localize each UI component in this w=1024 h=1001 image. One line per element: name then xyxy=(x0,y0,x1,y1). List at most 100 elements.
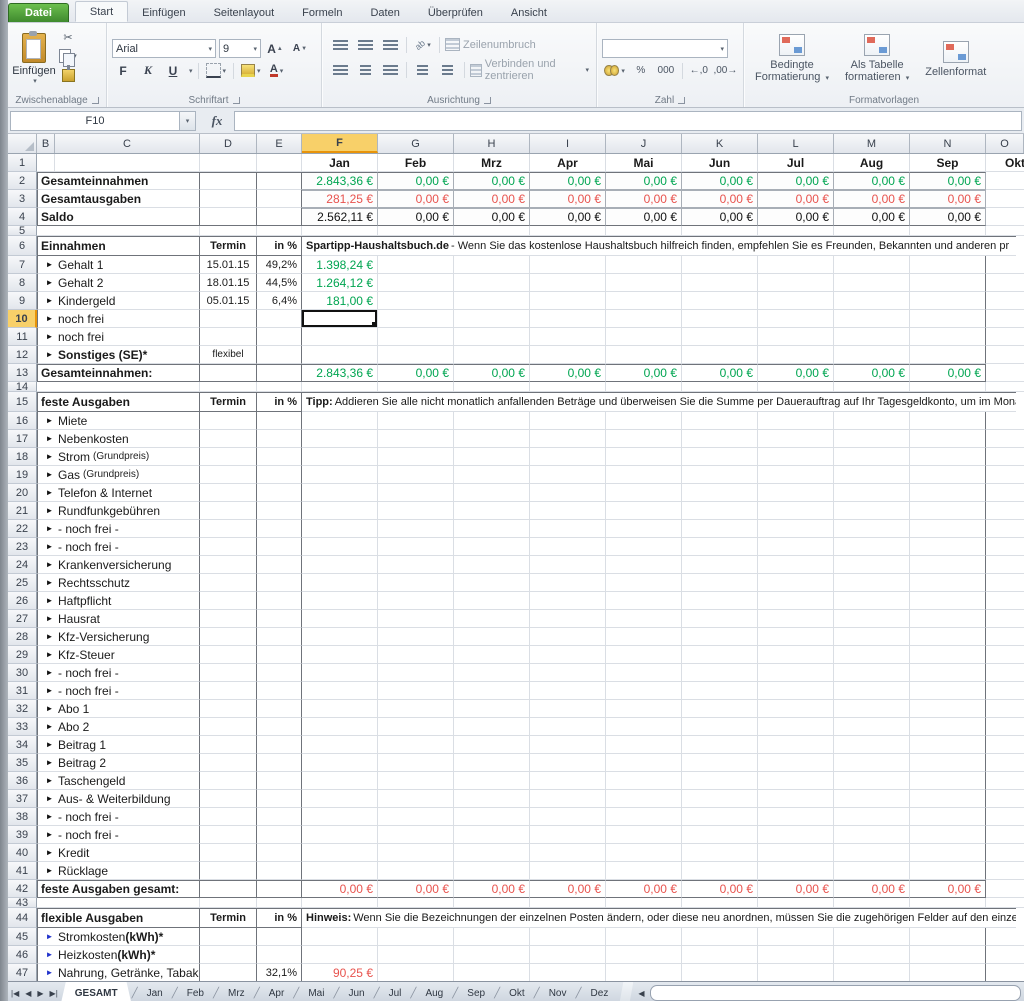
file-tab[interactable]: Datei xyxy=(8,3,69,22)
cell-G21[interactable] xyxy=(378,502,454,520)
cell-N8[interactable] xyxy=(910,274,986,292)
cell-J3[interactable]: 0,00 € xyxy=(606,190,682,208)
cell-K23[interactable] xyxy=(682,538,758,556)
row-header-3[interactable]: 3 xyxy=(8,190,37,208)
cell-D17[interactable] xyxy=(200,430,257,448)
cell-H31[interactable] xyxy=(454,682,530,700)
cell-G46[interactable] xyxy=(378,946,454,964)
font-size-select[interactable]: 9▾ xyxy=(219,39,261,58)
cell-M35[interactable] xyxy=(834,754,910,772)
row-header-27[interactable]: 27 xyxy=(8,610,37,628)
cell-I3[interactable]: 0,00 € xyxy=(530,190,606,208)
cell-H30[interactable] xyxy=(454,664,530,682)
cell-L32[interactable] xyxy=(758,700,834,718)
cell-F18[interactable] xyxy=(302,448,378,466)
cell-F38[interactable] xyxy=(302,808,378,826)
cell-M12[interactable] xyxy=(834,346,910,364)
cell-N11[interactable] xyxy=(910,328,986,346)
cell-D8[interactable]: 18.01.15 xyxy=(200,274,257,292)
cell-J31[interactable] xyxy=(606,682,682,700)
cell-B10[interactable]: ►noch frei xyxy=(37,310,200,328)
cell-M26[interactable] xyxy=(834,592,910,610)
cell-B37[interactable]: ►Aus- & Weiterbildung xyxy=(37,790,200,808)
cell-D12[interactable]: flexibel xyxy=(200,346,257,364)
insert-function-button[interactable]: fx xyxy=(204,112,230,130)
cell-styles-button[interactable]: Zellenformat xyxy=(917,25,994,93)
cell-K4[interactable]: 0,00 € xyxy=(682,208,758,226)
cell-I25[interactable] xyxy=(530,574,606,592)
cell-B21[interactable]: ►Rundfunkgebühren xyxy=(37,502,200,520)
cell-L22[interactable] xyxy=(758,520,834,538)
cell-G45[interactable] xyxy=(378,928,454,946)
row-header-12[interactable]: 12 xyxy=(8,346,37,364)
cell-I47[interactable] xyxy=(530,964,606,981)
cell-K7[interactable] xyxy=(682,256,758,274)
cell-I21[interactable] xyxy=(530,502,606,520)
cell-N9[interactable] xyxy=(910,292,986,310)
row-header-31[interactable]: 31 xyxy=(8,682,37,700)
cut-button[interactable]: ✂ xyxy=(59,29,77,45)
cell-L27[interactable] xyxy=(758,610,834,628)
cell-J4[interactable]: 0,00 € xyxy=(606,208,682,226)
italic-button[interactable]: K xyxy=(137,62,159,79)
bold-button[interactable]: F xyxy=(112,62,134,79)
cell-J12[interactable] xyxy=(606,346,682,364)
cell-K17[interactable] xyxy=(682,430,758,448)
cell-N25[interactable] xyxy=(910,574,986,592)
cell-L7[interactable] xyxy=(758,256,834,274)
cell-E38[interactable] xyxy=(257,808,302,826)
cell-M23[interactable] xyxy=(834,538,910,556)
cell-M27[interactable] xyxy=(834,610,910,628)
cell-F2[interactable]: 2.843,36 € xyxy=(302,172,378,190)
row-header-15[interactable]: 15 xyxy=(8,392,37,412)
align-middle-button[interactable] xyxy=(354,36,376,53)
cell-N38[interactable] xyxy=(910,808,986,826)
cell-M10[interactable] xyxy=(834,310,910,328)
cell-G41[interactable] xyxy=(378,862,454,880)
cell-I16[interactable] xyxy=(530,412,606,430)
cell-M17[interactable] xyxy=(834,430,910,448)
cell-L18[interactable] xyxy=(758,448,834,466)
cell-B34[interactable]: ►Beitrag 1 xyxy=(37,736,200,754)
cell-E15[interactable]: in % xyxy=(257,392,302,412)
cell-K18[interactable] xyxy=(682,448,758,466)
cell-I30[interactable] xyxy=(530,664,606,682)
cell-B15[interactable]: feste Ausgaben xyxy=(37,392,200,412)
cell-K41[interactable] xyxy=(682,862,758,880)
font-color-button[interactable]: A▾ xyxy=(266,62,288,79)
cell-M4[interactable]: 0,00 € xyxy=(834,208,910,226)
cell-G28[interactable] xyxy=(378,628,454,646)
cell-K19[interactable] xyxy=(682,466,758,484)
cell-F20[interactable] xyxy=(302,484,378,502)
row-header-22[interactable]: 22 xyxy=(8,520,37,538)
cell-H18[interactable] xyxy=(454,448,530,466)
cell-D40[interactable] xyxy=(200,844,257,862)
cell-J13[interactable]: 0,00 € xyxy=(606,364,682,382)
cell-M7[interactable] xyxy=(834,256,910,274)
cell-G22[interactable] xyxy=(378,520,454,538)
cell-N45[interactable] xyxy=(910,928,986,946)
row-header-46[interactable]: 46 xyxy=(8,946,37,964)
cell-N1[interactable]: Sep xyxy=(910,154,986,172)
insert-sheet-tab[interactable] xyxy=(619,982,633,1001)
row-header-5[interactable]: 5 xyxy=(8,226,37,236)
cell-F8[interactable]: 1.264,12 € xyxy=(302,274,378,292)
cell-K8[interactable] xyxy=(682,274,758,292)
cell-E46[interactable] xyxy=(257,946,302,964)
cell-I29[interactable] xyxy=(530,646,606,664)
cell-B44[interactable]: flexible Ausgaben xyxy=(37,908,200,928)
cell-D24[interactable] xyxy=(200,556,257,574)
cell-J36[interactable] xyxy=(606,772,682,790)
cell-N20[interactable] xyxy=(910,484,986,502)
cell-I38[interactable] xyxy=(530,808,606,826)
cell-J29[interactable] xyxy=(606,646,682,664)
cell-J18[interactable] xyxy=(606,448,682,466)
cell-B45[interactable]: ►Stromkosten (kWh)* xyxy=(37,928,200,946)
cell-I37[interactable] xyxy=(530,790,606,808)
sheet-tab-GESAMT[interactable]: GESAMT xyxy=(61,982,132,1001)
cell-D29[interactable] xyxy=(200,646,257,664)
cell-I31[interactable] xyxy=(530,682,606,700)
cell-I7[interactable] xyxy=(530,256,606,274)
cell-K27[interactable] xyxy=(682,610,758,628)
sheet-tab-Dez[interactable]: Dez xyxy=(582,982,618,1001)
